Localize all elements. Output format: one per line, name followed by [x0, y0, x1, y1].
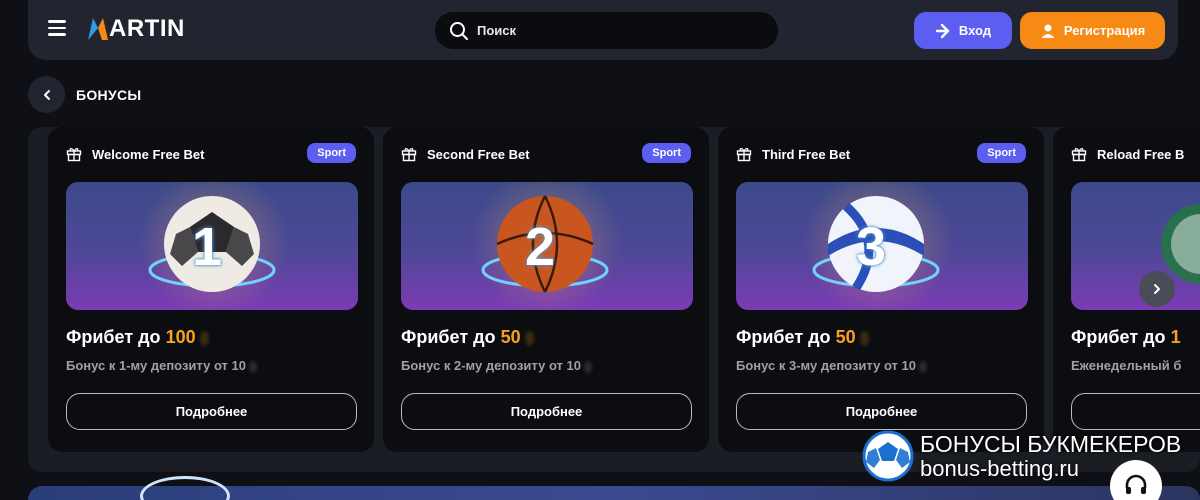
- bonus-card: Reload Free B Фрибет до 1 Еженедельный б: [1053, 127, 1200, 452]
- card-title: Фрибет до 100: [66, 327, 209, 348]
- logo[interactable]: ARTIN: [88, 15, 185, 43]
- bonus-card: Third Free Bet Sport 3 Фрибет до 50 Бону…: [718, 127, 1044, 452]
- gift-icon: [66, 148, 82, 162]
- currency-icon: [524, 330, 534, 346]
- card-title-prefix: Фрибет до: [1071, 327, 1166, 347]
- card-banner-image: [1071, 182, 1200, 310]
- hamburger-menu-icon[interactable]: [48, 20, 68, 40]
- card-title: Фрибет до 50: [401, 327, 534, 348]
- sport-badge: Sport: [642, 143, 691, 163]
- banner-number: 2: [525, 217, 556, 277]
- currency-icon: [919, 360, 927, 373]
- details-button[interactable]: Подробнее: [736, 393, 1027, 430]
- back-button[interactable]: [28, 76, 65, 113]
- sport-badge: Sport: [307, 143, 356, 163]
- top-bar: ARTIN Вход Регистрация: [28, 0, 1178, 60]
- headset-icon: [1125, 474, 1147, 494]
- page-title: БОНУСЫ: [76, 86, 142, 103]
- currency-icon: [249, 360, 257, 373]
- login-label: Вход: [958, 23, 992, 38]
- card-subtitle-text: Бонус к 1-му депозиту от 10: [66, 358, 246, 373]
- card-subtitle-text: Бонус к 3-му депозиту от 10: [736, 358, 916, 373]
- card-banner-image: 1: [66, 182, 358, 310]
- breadcrumb: БОНУСЫ: [28, 76, 141, 113]
- details-button[interactable]: Подробнее: [401, 393, 692, 430]
- card-subtitle-text: Бонус к 2-му депозиту от 10: [401, 358, 581, 373]
- card-title-prefix: Фрибет до: [66, 327, 161, 347]
- banner-number: 1: [192, 217, 223, 277]
- card-subtitle: Бонус к 1-му депозиту от 10: [66, 358, 257, 373]
- card-banner-image: 3: [736, 182, 1028, 310]
- card-amount: 100: [165, 327, 196, 347]
- card-name: Second Free Bet: [427, 146, 530, 162]
- card-name: Welcome Free Bet: [92, 146, 205, 162]
- gift-icon: [401, 148, 417, 162]
- carousel-next-button[interactable]: [1139, 271, 1175, 307]
- details-button[interactable]: Подробнее: [66, 393, 357, 430]
- card-name: Third Free Bet: [762, 146, 851, 162]
- logo-text: ARTIN: [109, 15, 185, 42]
- tennis-ball-icon: [140, 476, 230, 500]
- currency-icon: [584, 360, 592, 373]
- sport-badge: Sport: [977, 143, 1026, 163]
- currency-icon: [859, 330, 869, 346]
- card-amount: 1: [1170, 327, 1181, 347]
- card-banner-image: 2: [401, 182, 693, 310]
- register-label: Регистрация: [1063, 23, 1146, 38]
- card-title-prefix: Фрибет до: [401, 327, 496, 347]
- gift-icon: [736, 148, 752, 162]
- card-title: Фрибет до 50: [736, 327, 869, 348]
- login-button[interactable]: Вход: [914, 12, 1012, 49]
- register-button[interactable]: Регистрация: [1020, 12, 1165, 49]
- watermark-title: БОНУСЫ БУКМЕКЕРОВ: [920, 431, 1182, 458]
- card-amount: 50: [835, 327, 856, 347]
- gift-icon: [1071, 148, 1087, 162]
- search-bar[interactable]: [435, 12, 778, 49]
- user-icon: [1041, 24, 1055, 38]
- card-amount: 50: [500, 327, 521, 347]
- card-title-prefix: Фрибет до: [736, 327, 831, 347]
- soccer-ball-icon: [862, 430, 914, 482]
- details-button[interactable]: [1071, 393, 1200, 430]
- card-subtitle: Бонус к 3-му депозиту от 10: [736, 358, 927, 373]
- card-subtitle: Еженедельный б: [1071, 358, 1182, 373]
- chevron-left-icon: [43, 89, 50, 100]
- card-name: Reload Free B: [1097, 146, 1185, 162]
- bonus-card: Second Free Bet Sport 2 Фрибет до 50 Бон…: [383, 127, 709, 452]
- bonus-card: Welcome Free Bet Sport 1 Фрибет до 100 Б…: [48, 127, 374, 452]
- banner-number: 3: [856, 217, 887, 277]
- chevron-right-icon: [1154, 284, 1160, 294]
- logo-mark-icon: [88, 18, 108, 40]
- currency-icon: [199, 330, 209, 346]
- login-icon: [935, 23, 950, 38]
- card-subtitle: Бонус к 2-му депозиту от 10: [401, 358, 592, 373]
- search-icon: [450, 21, 468, 40]
- card-title: Фрибет до 1: [1071, 327, 1181, 348]
- search-input[interactable]: [477, 23, 757, 38]
